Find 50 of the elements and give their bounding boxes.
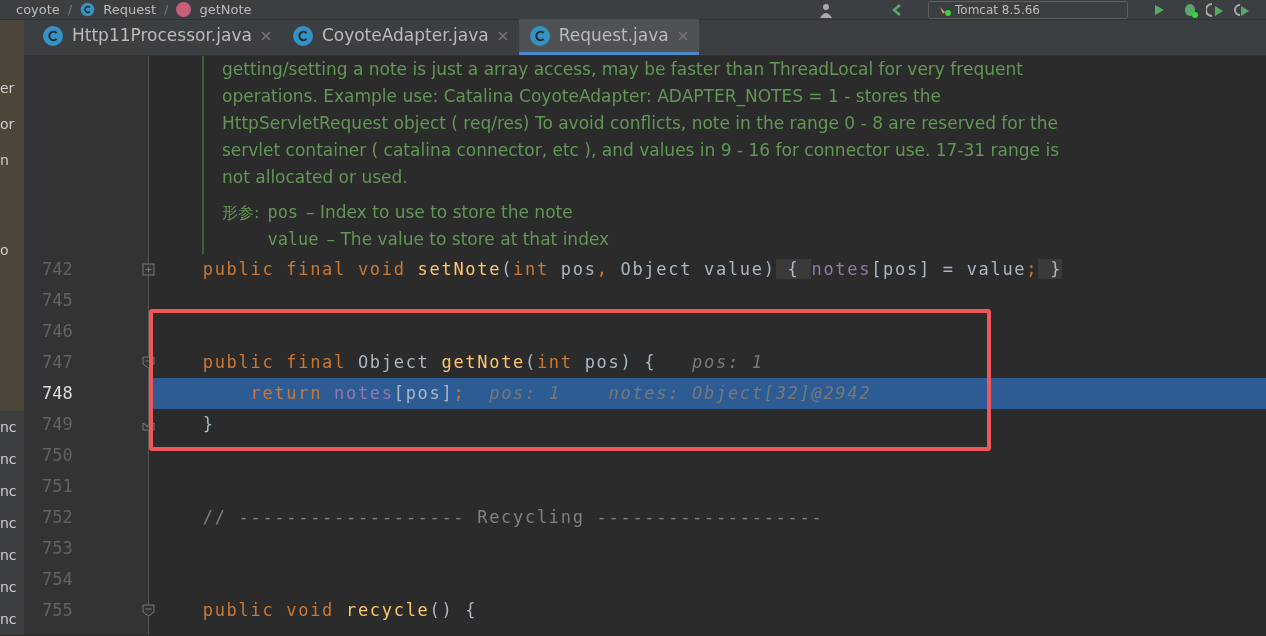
- profiler-icon: [1232, 1, 1250, 18]
- breadcrumb-item[interactable]: getNote: [199, 0, 252, 20]
- close-icon: [259, 29, 272, 42]
- tree-item[interactable]: nc: [0, 443, 24, 475]
- class-icon: [528, 24, 551, 47]
- run-icon: [1152, 2, 1166, 17]
- doc-comment-line: getting/setting a note is just a array access, may be faster than ThreadLocal for very frequent: [222, 58, 1023, 81]
- tree-item[interactable]: nc: [0, 603, 24, 635]
- doc-comment-line: operations. Example use: Catalina CoyoteAdapter: ADAPTER_NOTES = 1 - stores the: [222, 85, 941, 109]
- param-name: pos: [267, 201, 299, 224]
- tree-item[interactable]: er: [0, 72, 24, 108]
- breadcrumb-item[interactable]: coyote: [16, 0, 60, 20]
- class-icon: [80, 2, 96, 17]
- breadcrumb-item[interactable]: Request: [103, 0, 157, 20]
- code-text: public final Object getNote(int pos) { pos: 1: [201, 352, 764, 372]
- tree-item[interactable]: nc: [0, 539, 24, 571]
- param-name: value: [267, 228, 319, 251]
- close-icon: [496, 29, 509, 42]
- code-text: public final void setNote(int pos, Object value) { notes[pos] = value; }: [201, 259, 1063, 279]
- param-description: – Index to use to store the note: [306, 201, 573, 224]
- method-icon: [176, 2, 192, 17]
- debug-icon: [1182, 1, 1198, 18]
- class-icon: [291, 24, 314, 47]
- editor-tab[interactable]: CoyoteAdapter.java: [281, 19, 519, 55]
- param-label: 形参:: [222, 202, 260, 224]
- tree-item[interactable]: or: [0, 108, 24, 144]
- code-text: public void recycle() {: [201, 600, 478, 620]
- editor-tab[interactable]: Http11Processor.java: [32, 19, 282, 55]
- line-number: 748: [42, 383, 73, 403]
- code-text: return notes[pos]; pos: 1 notes: Object[32]@2942: [249, 383, 872, 403]
- person-icon: [818, 1, 834, 18]
- close-icon: [676, 29, 689, 42]
- editor-tab[interactable]: Request.java: [518, 19, 699, 55]
- coverage-icon: [1206, 1, 1224, 18]
- doc-comment-line: servlet container ( catalina connector, etc ), and values in 9 - 16 for connector use. 17-31 range is: [222, 139, 1059, 162]
- run-configuration-selector[interactable]: Tomcat 8.5.66: [928, 0, 1128, 19]
- tree-item[interactable]: nc: [0, 507, 24, 539]
- doc-comment-line: HttpServletRequest object ( req/res) To avoid conflicts, note in the range 0 - 8 are reserved for the: [222, 112, 1058, 135]
- code-text: }: [201, 414, 215, 434]
- param-description: – The value to store at that index: [326, 228, 610, 251]
- breadcrumb-separator: /: [67, 0, 73, 19]
- tree-item[interactable]: nc: [0, 411, 24, 443]
- tree-item[interactable]: nc: [0, 571, 24, 603]
- doc-comment-line: not allocated or used.: [222, 166, 408, 189]
- tree-item[interactable]: o: [0, 234, 24, 324]
- class-icon: [42, 24, 64, 47]
- code-text: // ------------------- Recycling -------------------: [201, 507, 824, 527]
- tree-item[interactable]: n: [0, 144, 24, 234]
- tree-item[interactable]: nc: [0, 475, 24, 507]
- breadcrumb-separator: /: [164, 0, 169, 19]
